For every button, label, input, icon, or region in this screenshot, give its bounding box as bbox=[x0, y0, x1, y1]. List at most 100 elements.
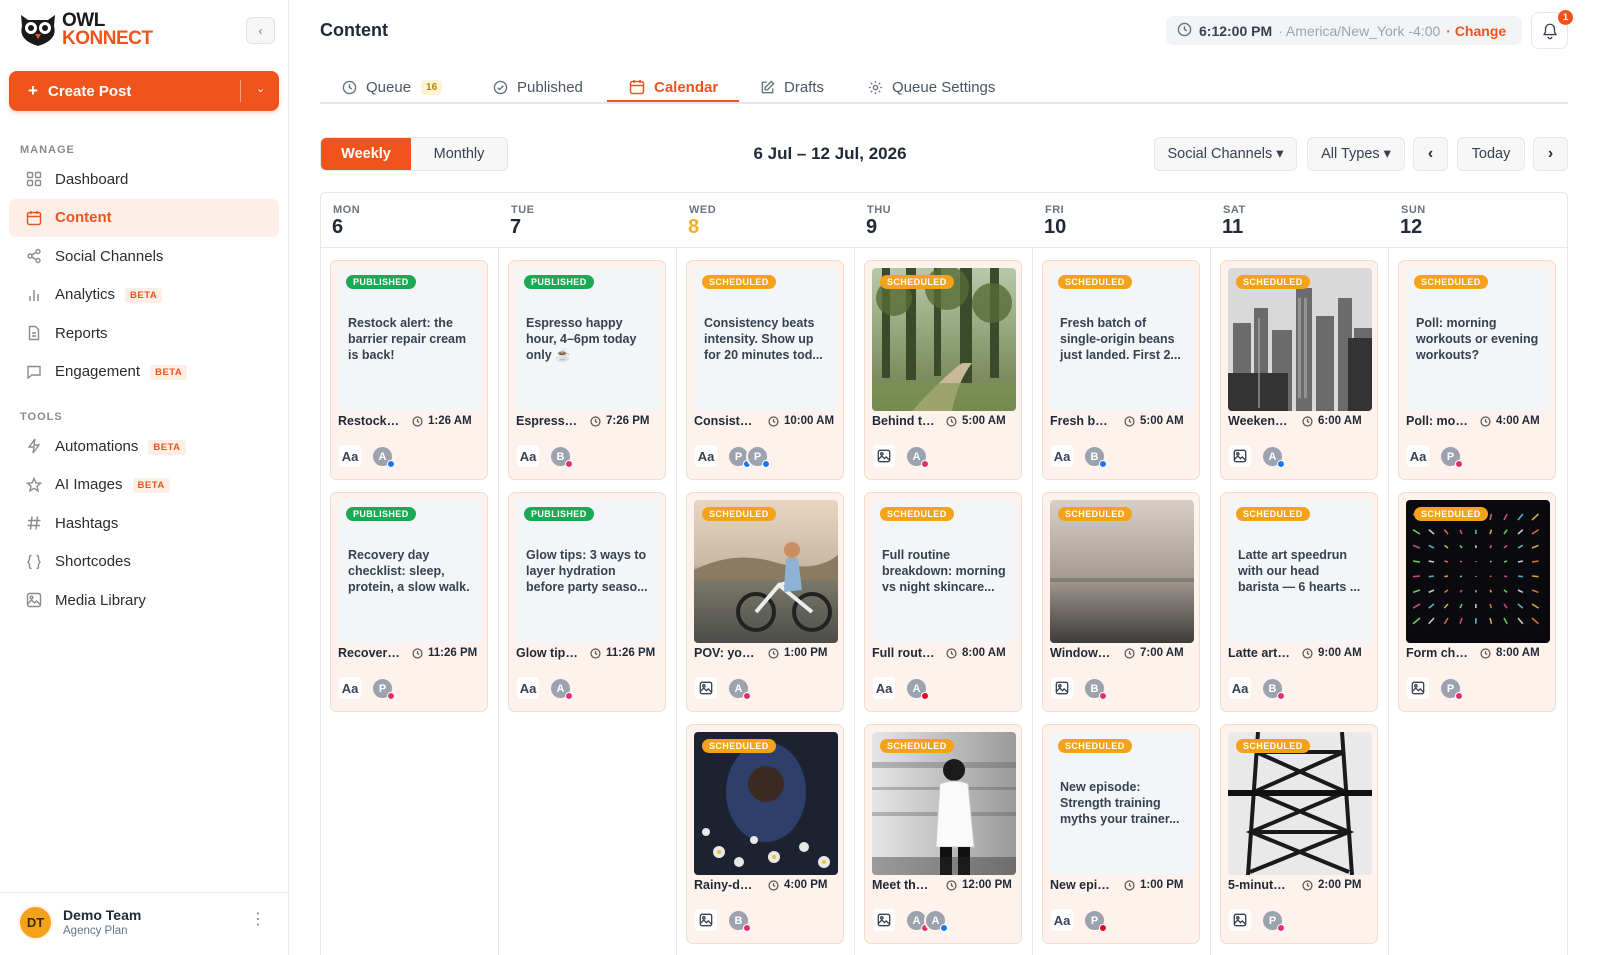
post-card[interactable]: SCHEDULED Weekend city guide 6:00 AM A bbox=[1220, 260, 1378, 480]
hash-icon bbox=[25, 514, 43, 532]
sidebar-item-content[interactable]: Content bbox=[9, 198, 279, 237]
post-card[interactable]: SCHEDULED Poll: morning workouts or eveni… bbox=[1398, 260, 1556, 480]
bar-chart-icon bbox=[25, 286, 43, 304]
status-badge: SCHEDULED bbox=[1414, 275, 1488, 289]
account-avatar[interactable]: A bbox=[905, 445, 929, 468]
post-text: Restock alert: the barrier repair cream … bbox=[348, 316, 467, 362]
post-time: 4:00 AM bbox=[1480, 415, 1556, 427]
post-card[interactable]: PUBLISHED Glow tips: 3 ways to layer hydr… bbox=[508, 492, 666, 712]
post-title: Behind the scenes bbox=[872, 414, 935, 428]
account-avatar[interactable]: P bbox=[1439, 677, 1463, 700]
create-post-button[interactable]: + Create Post ⌄ bbox=[9, 71, 279, 111]
sidebar-item-media-library[interactable]: Media Library bbox=[9, 581, 279, 619]
clock-icon bbox=[1480, 647, 1491, 659]
post-time-value: 7:00 AM bbox=[1140, 647, 1184, 659]
post-card[interactable]: SCHEDULED Behind the scenes 5:00 AM A bbox=[864, 260, 1022, 480]
more-options-icon[interactable]: ⋮ bbox=[250, 909, 266, 929]
post-card[interactable]: PUBLISHED Espresso happy hour, 4–6pm toda… bbox=[508, 260, 666, 480]
account-avatar[interactable]: P bbox=[746, 445, 770, 468]
day-column-thu: THU9SCHEDULEDBehind the scenes5:00 AMASC… bbox=[855, 193, 1033, 955]
sidebar-item-automations[interactable]: Automations BETA bbox=[9, 427, 279, 465]
text-format-icon: Aa bbox=[517, 445, 539, 467]
account-avatar[interactable]: A bbox=[727, 677, 751, 700]
post-card[interactable]: PUBLISHED Recovery day checklist: sleep, … bbox=[330, 492, 488, 712]
post-card[interactable]: SCHEDULED Latte art speedrun with our hea… bbox=[1220, 492, 1378, 712]
post-time-value: 1:00 PM bbox=[784, 647, 828, 659]
post-card[interactable]: SCHEDULED Fresh batch of single-origin be… bbox=[1042, 260, 1200, 480]
pinterest-icon bbox=[921, 692, 929, 700]
change-timezone-link[interactable]: · Change bbox=[1446, 23, 1506, 39]
account-avatar[interactable]: B bbox=[1083, 677, 1107, 700]
account-avatar[interactable]: B bbox=[1083, 445, 1107, 468]
post-title: Fresh batch of single-origin beans just … bbox=[1050, 414, 1113, 428]
account-avatar[interactable]: A bbox=[905, 677, 929, 700]
today-button[interactable]: Today bbox=[1457, 137, 1525, 171]
post-card[interactable]: SCHEDULED 5-minute warm up 2:00 PM P bbox=[1220, 724, 1378, 944]
next-week-button[interactable]: › bbox=[1533, 137, 1568, 171]
sidebar-item-dashboard[interactable]: Dashboard bbox=[9, 160, 279, 198]
post-card[interactable]: SCHEDULED New episode: Strength training … bbox=[1042, 724, 1200, 944]
account-avatar[interactable]: P bbox=[371, 677, 395, 700]
day-header: TUE 7 bbox=[499, 193, 677, 248]
post-card[interactable]: SCHEDULED Window seat views 7:00 AM B bbox=[1042, 492, 1200, 712]
post-card[interactable]: SCHEDULED Meet the team 12:00 PM AA bbox=[864, 724, 1022, 944]
post-type-filter[interactable]: All Types ▾ bbox=[1307, 137, 1405, 171]
post-time-value: 8:00 AM bbox=[1496, 647, 1540, 659]
account-avatar[interactable]: B bbox=[1261, 677, 1285, 700]
user-profile[interactable]: DT Demo Team Agency Plan ⋮ bbox=[0, 892, 289, 955]
post-time: 8:00 AM bbox=[946, 647, 1022, 659]
tab-calendar[interactable]: Calendar bbox=[629, 72, 718, 102]
previous-week-button[interactable]: ‹ bbox=[1413, 137, 1448, 171]
notification-count-badge: 1 bbox=[1558, 10, 1573, 25]
tab-queue[interactable]: Queue 16 bbox=[342, 72, 443, 102]
sidebar-item-hashtags[interactable]: Hashtags bbox=[9, 504, 279, 542]
account-avatar[interactable]: B bbox=[727, 909, 751, 932]
account-avatar[interactable]: P bbox=[1439, 445, 1463, 468]
monthly-view-button[interactable]: Monthly bbox=[411, 138, 507, 170]
sidebar-item-analytics[interactable]: Analytics BETA bbox=[9, 276, 279, 314]
tab-drafts[interactable]: Drafts bbox=[760, 72, 824, 102]
post-card[interactable]: SCHEDULED POV: you finally made time for … bbox=[686, 492, 844, 712]
post-card[interactable]: SCHEDULED Full routine breakdown: morning… bbox=[864, 492, 1022, 712]
post-card[interactable]: SCHEDULED Rainy-day self care 4:00 PM B bbox=[686, 724, 844, 944]
account-avatars: PP bbox=[727, 445, 770, 468]
sidebar-item-reports[interactable]: Reports bbox=[9, 314, 279, 352]
tab-queue-settings[interactable]: Queue Settings bbox=[868, 72, 995, 102]
text-format-icon: Aa bbox=[1229, 677, 1251, 699]
tab-label: Calendar bbox=[654, 78, 719, 96]
post-card[interactable]: SCHEDULED Form check 8:00 AM P bbox=[1398, 492, 1556, 712]
account-avatar[interactable]: A bbox=[549, 677, 573, 700]
sidebar-item-shortcodes[interactable]: Shortcodes bbox=[9, 543, 279, 581]
account-avatar[interactable]: A bbox=[371, 445, 395, 468]
sidebar-item-engagement[interactable]: Engagement BETA bbox=[9, 353, 279, 391]
instagram-icon bbox=[1099, 692, 1107, 700]
post-text: Espresso happy hour, 4–6pm today only ☕ bbox=[526, 316, 637, 362]
sidebar-item-social-channels[interactable]: Social Channels bbox=[9, 237, 279, 275]
collapse-sidebar-button[interactable]: ‹ bbox=[246, 17, 275, 44]
sidebar: OWL KONNECT ‹ + Create Post ⌄ MANAGE Das… bbox=[0, 0, 289, 955]
post-card[interactable]: PUBLISHED Restock alert: the barrier repa… bbox=[330, 260, 488, 480]
weekly-view-button[interactable]: Weekly bbox=[321, 138, 412, 170]
account-avatar[interactable]: P bbox=[1261, 909, 1285, 932]
account-avatar[interactable]: B bbox=[549, 445, 573, 468]
account-avatars: B bbox=[1083, 445, 1107, 468]
chevron-down-icon[interactable]: ⌄ bbox=[256, 82, 265, 95]
post-preview-image bbox=[872, 732, 1016, 875]
logo[interactable]: OWL KONNECT bbox=[18, 11, 153, 48]
image-format-icon bbox=[1229, 909, 1251, 931]
day-header: SAT 11 bbox=[1211, 193, 1389, 248]
social-channels-filter[interactable]: Social Channels ▾ bbox=[1154, 137, 1297, 171]
tab-published[interactable]: Published bbox=[493, 72, 583, 102]
week-calendar: MON 6 PUBLISHED Restock alert: the barrier … bbox=[320, 192, 1568, 955]
post-card[interactable]: SCHEDULED Consistency beats intensity. Sh… bbox=[686, 260, 844, 480]
account-avatar[interactable]: A bbox=[924, 909, 948, 932]
account-avatar[interactable]: P bbox=[1083, 909, 1107, 932]
create-post-label: Create Post bbox=[48, 82, 132, 100]
current-time: 6:12:00 PM bbox=[1199, 22, 1273, 39]
post-text: Full routine breakdown: morning vs night… bbox=[882, 548, 1006, 594]
sidebar-item-ai-images[interactable]: AI Images BETA bbox=[9, 466, 279, 504]
account-avatars: A bbox=[905, 677, 929, 700]
notifications-button[interactable]: 1 bbox=[1531, 10, 1573, 49]
post-time: 5:00 AM bbox=[946, 415, 1022, 427]
account-avatar[interactable]: A bbox=[1261, 445, 1285, 468]
